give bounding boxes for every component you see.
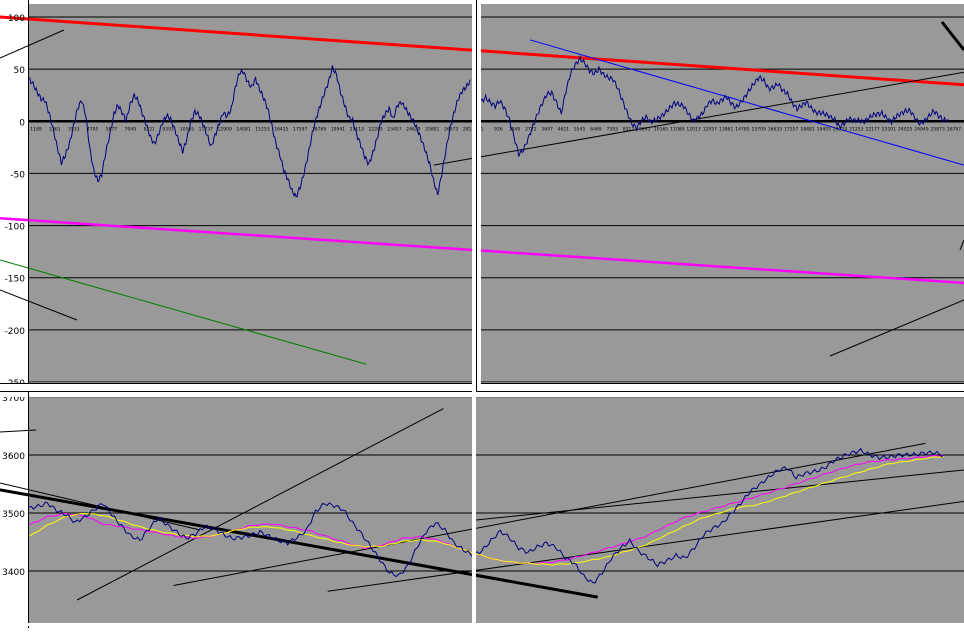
chart-window: 100500-50-100-150-200-250118923613533470…: [0, 0, 964, 628]
oscillator-x-tick-label: 13861: [719, 126, 733, 132]
oscillator-x-tick-label: 15253: [255, 126, 269, 132]
price-y-tick-label: 3500: [2, 510, 25, 520]
oscillator-x-tick-label: 9241: [639, 126, 651, 132]
oscillator-x-tick-label: 11089: [670, 126, 684, 132]
oscillator-x-tick-label: 16425: [274, 126, 288, 132]
horizontal-separator: [0, 383, 964, 397]
oscillator-x-tick-label: 1849: [509, 126, 521, 132]
price-plot-right: [476, 398, 964, 624]
oscillator-x-tick-label: 4621: [558, 126, 570, 132]
oscillator-x-tick-label: 21253: [849, 126, 863, 132]
oscillator-x-tick-label: 3533: [68, 126, 80, 132]
oscillator-plot-left: [29, 4, 472, 382]
oscillator-x-tick-label: 18481: [800, 126, 814, 132]
oscillator-x-tick-label: 926: [494, 126, 503, 132]
oscillator-x-tick-label: 26973: [444, 126, 458, 132]
oscillator-x-tick-label: 24629: [406, 126, 420, 132]
oscillator-x-tick-label: 2772: [525, 126, 537, 132]
oscillator-x-tick-label: 18769: [312, 126, 326, 132]
oscillator-x-tick-label: 12013: [686, 126, 700, 132]
oscillator-x-tick-label: 10165: [654, 126, 668, 132]
oscillator-x-tick-label: 17597: [293, 126, 307, 132]
oscillator-x-tick-label: 1189: [30, 126, 42, 132]
dual-panel-chart: 100500-50-100-150-200-250118923613533470…: [0, 0, 964, 628]
oscillator-x-tick-label: 21113: [350, 126, 364, 132]
oscillator-x-tick-label: 19941: [331, 126, 345, 132]
oscillator-y-tick-label: 100: [8, 14, 25, 24]
price-panel-divider: [472, 391, 476, 628]
oscillator-x-tick-label: 5877: [106, 126, 118, 132]
oscillator-plot-right: [481, 4, 964, 382]
oscillator-x-tick-label: 5545: [574, 126, 586, 132]
oscillator-x-tick-label: 24949: [914, 126, 928, 132]
oscillator-x-tick-label: 26797: [947, 126, 961, 132]
oscillator-x-tick-label: 23457: [387, 126, 401, 132]
oscillator-x-tick-label: 17557: [784, 126, 798, 132]
oscillator-x-tick-label: 14785: [735, 126, 749, 132]
oscillator-y-tick-label: 0: [19, 118, 25, 128]
oscillator-x-tick-label: 7049: [125, 126, 137, 132]
oscillator-x-tick-label: 22177: [865, 126, 879, 132]
oscillator-y-tick-label: -100: [5, 223, 26, 233]
oscillator-x-tick-label: 11737: [199, 126, 213, 132]
oscillator-y-tick-label: -50: [10, 170, 25, 180]
oscillator-y-tick-label: -150: [5, 275, 26, 285]
oscillator-x-tick-label: 25801: [425, 126, 439, 132]
oscillator-x-tick-label: 25873: [931, 126, 945, 132]
oscillator-y-tick-label: 50: [14, 66, 26, 76]
oscillator-x-tick-label: 16633: [768, 126, 782, 132]
oscillator-x-tick-label: 9393: [162, 126, 174, 132]
oscillator-x-tick-label: 12909: [218, 126, 232, 132]
oscillator-x-tick-label: 14081: [236, 126, 250, 132]
oscillator-x-tick-label: 24025: [898, 126, 912, 132]
price-y-tick-label: 3400: [2, 568, 25, 578]
oscillator-x-tick-label: 2361: [49, 126, 61, 132]
oscillator-x-tick-label: 19405: [817, 126, 831, 132]
oscillator-x-tick-label: 8221: [143, 126, 155, 132]
oscillator-x-tick-label: 15709: [752, 126, 766, 132]
oscillator-x-tick-label: 23101: [882, 126, 896, 132]
oscillator-x-tick-label: 8317: [623, 126, 635, 132]
oscillator-x-tick-label: 12937: [703, 126, 717, 132]
oscillator-y-tick-label: -200: [5, 327, 26, 337]
oscillator-x-tick-label: 4705: [87, 126, 99, 132]
oscillator-x-tick-label: 10565: [180, 126, 194, 132]
price-y-tick-label: 3600: [2, 452, 25, 462]
oscillator-x-tick-label: 1: [481, 126, 484, 132]
oscillator-x-tick-label: 3697: [541, 126, 553, 132]
oscillator-x-tick-label: 22285: [368, 126, 382, 132]
oscillator-x-tick-label: 7393: [606, 126, 618, 132]
oscillator-x-tick-label: 20329: [833, 126, 847, 132]
oscillator-x-tick-label: 6469: [590, 126, 602, 132]
